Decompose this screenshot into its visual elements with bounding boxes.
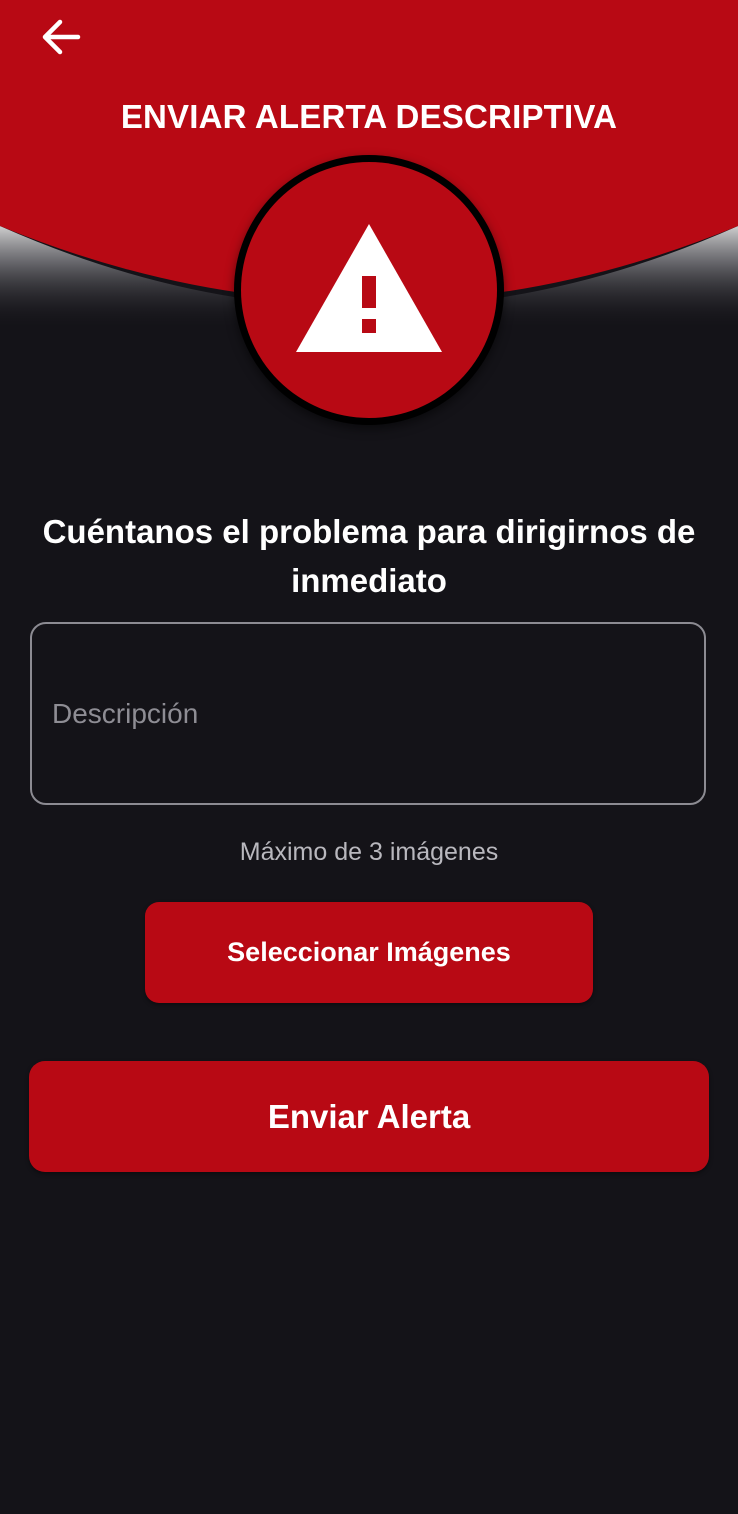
- page-title: ENVIAR ALERTA DESCRIPTIVA: [120, 98, 618, 135]
- app-screen: ENVIAR ALERTA DESCRIPTIVA Cuéntanos el p…: [0, 0, 738, 1514]
- arrow-left-icon: [42, 19, 81, 55]
- max-images-note: Máximo de 3 imágenes: [239, 838, 499, 866]
- description-input[interactable]: [52, 624, 682, 803]
- problem-prompt: Cuéntanos el problema para dirigirnos de…: [42, 513, 696, 599]
- select-images-button[interactable]: Seleccionar Imágenes: [145, 902, 593, 1003]
- send-alert-button[interactable]: Enviar Alerta: [29, 1061, 709, 1172]
- warning-triangle-icon: [296, 224, 442, 352]
- alert-badge: [234, 155, 504, 425]
- back-button[interactable]: [36, 14, 86, 60]
- description-field[interactable]: [30, 622, 706, 805]
- alert-badge-inner: [241, 162, 497, 418]
